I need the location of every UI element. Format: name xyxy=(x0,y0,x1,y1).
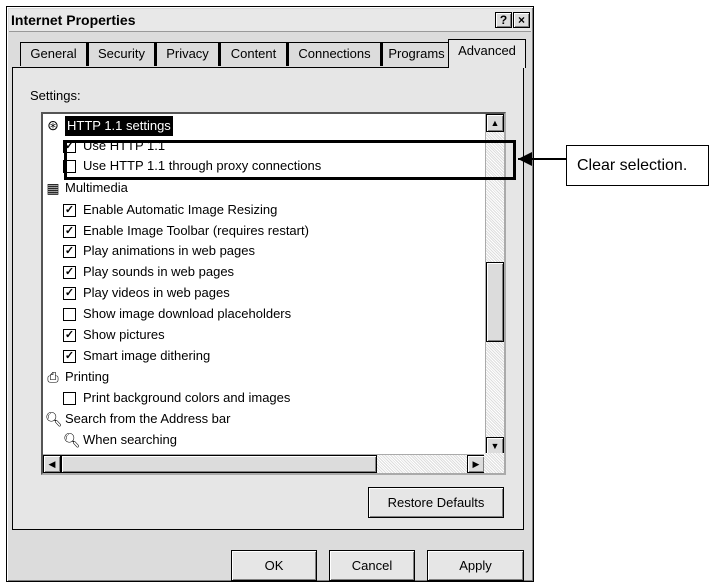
tab-advanced[interactable]: Advanced xyxy=(448,39,526,68)
checkbox-checked[interactable]: ✓ xyxy=(63,287,76,300)
horizontal-scrollbar[interactable]: ◀ ▶ xyxy=(43,454,485,473)
printer-icon: ⎙ xyxy=(47,369,59,385)
close-button[interactable]: × xyxy=(513,12,530,28)
tree-item-label: Use HTTP 1.1 through proxy connections xyxy=(83,158,322,173)
help-button[interactable]: ? xyxy=(495,12,512,28)
magnifier-icon: 🔍︎ xyxy=(63,432,81,448)
tree-item-label: When searching xyxy=(83,432,177,447)
checkbox-checked[interactable]: ✓ xyxy=(63,140,76,153)
checkbox-checked[interactable]: ✓ xyxy=(63,225,76,238)
tree-item-label: Play videos in web pages xyxy=(83,285,230,300)
apply-button[interactable]: Apply xyxy=(427,550,524,581)
tab-connections[interactable]: Connections xyxy=(288,42,382,66)
tree-item-label: Show pictures xyxy=(83,327,165,342)
tree-item-label: Search from the Address bar xyxy=(65,411,231,426)
checkbox-checked[interactable]: ✓ xyxy=(63,204,76,217)
title-bar[interactable]: Internet Properties ? × xyxy=(9,9,531,32)
checkbox-checked[interactable]: ✓ xyxy=(63,350,76,363)
vertical-scrollbar[interactable]: ▲ ▼ xyxy=(485,114,504,455)
checkbox-unchecked[interactable] xyxy=(63,160,76,173)
tab-programs[interactable]: Programs xyxy=(382,42,452,66)
restore-defaults-button[interactable]: Restore Defaults xyxy=(368,487,504,518)
vertical-scroll-thumb[interactable] xyxy=(486,262,504,342)
tree-item-label: Multimedia xyxy=(65,180,128,195)
tab-privacy[interactable]: Privacy xyxy=(156,42,220,66)
tab-general[interactable]: General xyxy=(20,42,88,66)
window-title: Internet Properties xyxy=(11,12,136,28)
tree-item-label: Play animations in web pages xyxy=(83,243,255,258)
magnifier-icon: 🔍︎ xyxy=(45,411,63,427)
tree-item-label: Enable Image Toolbar (requires restart) xyxy=(83,223,309,238)
tab-security[interactable]: Security xyxy=(88,42,156,66)
scroll-up-arrow-icon[interactable]: ▲ xyxy=(486,114,504,132)
cancel-button[interactable]: Cancel xyxy=(329,550,415,581)
checkbox-checked[interactable]: ✓ xyxy=(63,245,76,258)
multimedia-icon: ▦ xyxy=(46,180,60,196)
tree-item-label: Show image download placeholders xyxy=(83,306,292,321)
checkbox-checked[interactable]: ✓ xyxy=(63,329,76,342)
annotation-arrow-icon xyxy=(518,152,532,166)
tree-item-label: Enable Automatic Image Resizing xyxy=(83,202,278,217)
checkbox-unchecked[interactable] xyxy=(63,308,76,321)
tree-item-label: Smart image dithering xyxy=(83,348,211,363)
scroll-left-arrow-icon[interactable]: ◀ xyxy=(43,455,61,473)
checkbox-unchecked[interactable] xyxy=(63,392,76,405)
globe-icon: ⊛ xyxy=(47,117,59,133)
ok-button[interactable]: OK xyxy=(231,550,317,581)
annotation-callout: Clear selection. xyxy=(566,145,709,186)
tree-item-label: Play sounds in web pages xyxy=(83,264,235,279)
scrollbar-corner xyxy=(484,453,504,473)
scroll-right-arrow-icon[interactable]: ▶ xyxy=(467,455,485,473)
settings-label: Settings: xyxy=(30,88,81,103)
checkbox-checked[interactable]: ✓ xyxy=(63,266,76,279)
tree-item-label: Print background colors and images xyxy=(83,390,291,405)
tree-item-label: Printing xyxy=(65,369,110,384)
tree-item-label: Use HTTP 1.1 xyxy=(83,138,166,153)
settings-tree[interactable]: ⊛ HTTP 1.1 settings ✓ Use HTTP 1.1 Use H… xyxy=(41,112,506,475)
tab-content[interactable]: Content xyxy=(220,42,288,66)
horizontal-scroll-thumb[interactable] xyxy=(61,455,377,473)
tree-item-label: HTTP 1.1 settings xyxy=(65,116,173,136)
